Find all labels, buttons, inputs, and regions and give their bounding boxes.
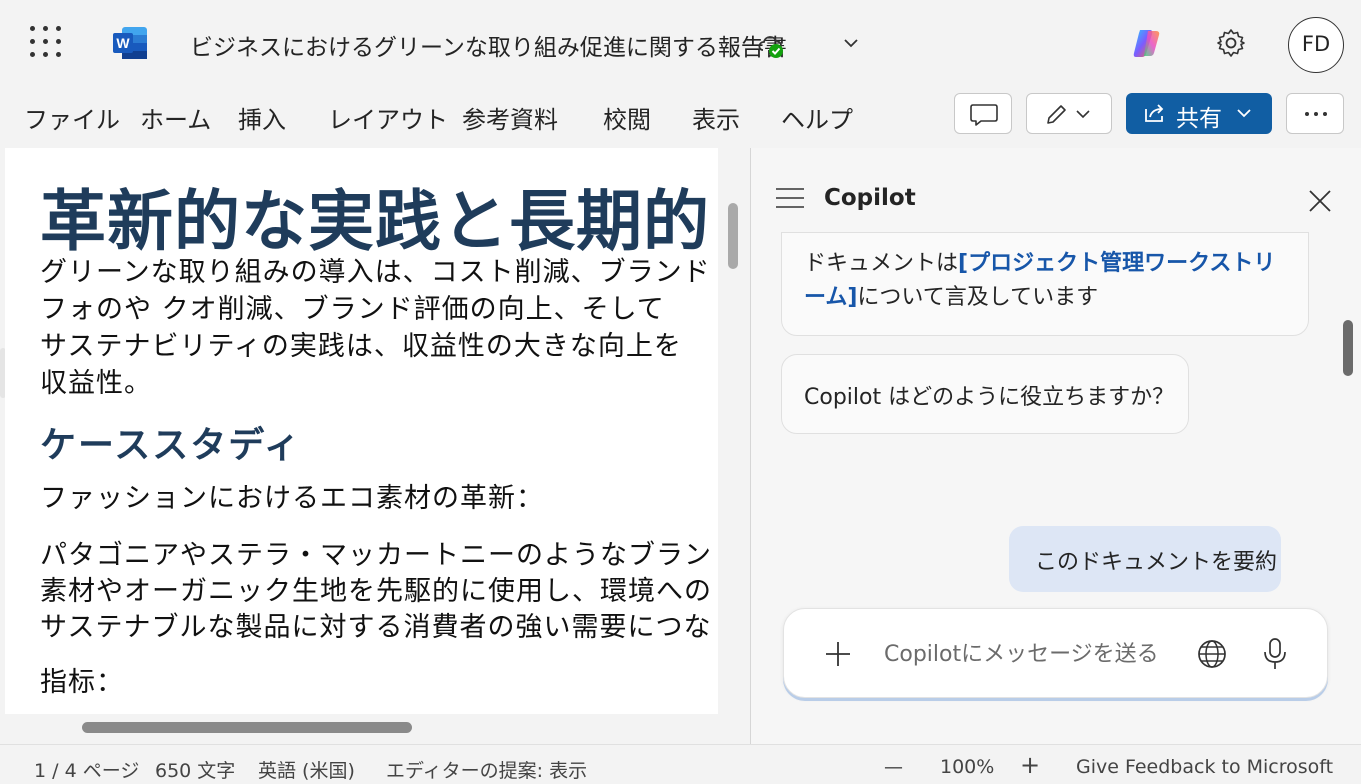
share-button[interactable]: 共有 — [1126, 93, 1272, 134]
tab-file[interactable]: ファイル — [24, 100, 120, 135]
tab-view[interactable]: 表示 — [692, 100, 740, 135]
document-vertical-scrollbar[interactable] — [728, 203, 738, 269]
message-text: Copilot はどのように役立ちますか？ — [804, 385, 1175, 410]
document-canvas[interactable]: 革新的な実践と長期的 グリーンな取り組みの導入は、コスト削減、ブランド フォのや… — [0, 148, 750, 744]
user-message: このドキュメントを要約 — [1009, 526, 1281, 592]
word-logo-icon[interactable]: W — [112, 26, 148, 60]
share-label: 共有 — [1176, 106, 1222, 132]
paragraph-line: 収益性。 — [40, 368, 152, 399]
title-bar: W ビジネスにおけるグリーンな取り組み促進に関する報告書 FD — [0, 0, 1361, 86]
chevron-down-icon[interactable] — [838, 30, 864, 56]
app-launcher-icon[interactable] — [30, 26, 62, 58]
more-options-button[interactable] — [1286, 93, 1344, 134]
gear-icon[interactable] — [1214, 26, 1248, 60]
message-composer — [783, 608, 1328, 698]
paragraph-line: グリーンな取り組みの導入は、コスト削減、ブランド — [40, 257, 711, 288]
copilot-title: Copilot — [824, 185, 916, 211]
zoom-level[interactable]: 100% — [940, 756, 994, 778]
tab-review[interactable]: 校閲 — [603, 100, 651, 135]
message-text: ドキュメントは — [804, 251, 959, 276]
paragraph-line: フォのや クオ削減、ブランド評価の向上、そして — [40, 294, 665, 325]
microphone-icon[interactable] — [1262, 637, 1288, 671]
copilot-message: ドキュメントは[プロジェクト管理ワークストリーム]について言及しています — [781, 232, 1309, 336]
plus-icon[interactable] — [824, 640, 852, 668]
user-avatar[interactable]: FD — [1288, 17, 1344, 73]
editor-suggestions[interactable]: エディターの提案: 表示 — [386, 756, 587, 783]
copilot-message: Copilot はどのように役立ちますか？ — [781, 354, 1189, 434]
document-horizontal-scrollbar[interactable] — [82, 722, 412, 733]
ribbon: ファイル ホーム 挿入 レイアウト 参考資料 校閲 表示 ヘルプ 共有 — [0, 86, 1361, 146]
metrics-label: 指标： — [40, 667, 124, 698]
status-bar: 1 / 4 ページ 650 文字 英語 (米国) エディターの提案: 表示 — … — [0, 744, 1361, 784]
copilot-scrollbar[interactable] — [1343, 320, 1353, 376]
hamburger-menu-icon[interactable] — [775, 186, 805, 210]
message-text: このドキュメントを要約 — [1035, 550, 1278, 575]
feedback-link[interactable]: Give Feedback to Microsoft — [1076, 756, 1333, 778]
tab-references[interactable]: 参考資料 — [462, 100, 558, 135]
heading-2: ケーススタディ — [40, 425, 302, 466]
tab-insert[interactable]: 挿入 — [238, 100, 286, 135]
page-count[interactable]: 1 / 4 ページ — [34, 756, 139, 783]
word-count[interactable]: 650 文字 — [155, 756, 235, 783]
tab-home[interactable]: ホーム — [140, 100, 211, 135]
subheading: ファッションにおけるエコ素材の革新： — [40, 483, 544, 514]
paragraph-line: パタゴニアやステラ・マッカートニーのようなブラン — [40, 540, 712, 571]
message-text: について言及しています — [857, 285, 1099, 310]
comment-icon — [970, 104, 998, 126]
language-status[interactable]: 英語 (米国) — [258, 756, 355, 783]
tab-layout[interactable]: レイアウト — [328, 100, 448, 135]
more-icon — [1305, 112, 1327, 116]
close-icon[interactable] — [1307, 188, 1333, 214]
message-input[interactable] — [884, 637, 1184, 671]
cloud-saved-icon[interactable] — [755, 28, 787, 60]
zoom-out-button[interactable]: — — [884, 756, 903, 778]
globe-icon[interactable] — [1196, 638, 1228, 670]
document-page[interactable]: 革新的な実践と長期的 グリーンな取り組みの導入は、コスト削減、ブランド フォのや… — [5, 148, 718, 714]
copilot-pane: Copilot ドキュメントは[プロジェクト管理ワークストリーム]について言及し… — [751, 148, 1361, 744]
comments-button[interactable] — [954, 93, 1012, 134]
paragraph-line: サステナブルな製品に対する消費者の強い需要につな — [40, 612, 712, 643]
zoom-in-button[interactable]: + — [1020, 751, 1040, 779]
tab-help[interactable]: ヘルプ — [781, 100, 853, 135]
paragraph-line: 素材やオーガニック生地を先駆的に使用し、環境への — [40, 576, 712, 607]
document-title[interactable]: ビジネスにおけるグリーンな取り組み促進に関する報告書 — [190, 28, 787, 62]
svg-text:W: W — [116, 35, 130, 51]
pencil-icon — [1047, 105, 1090, 124]
editing-mode-button[interactable] — [1026, 93, 1112, 134]
paragraph-line: サステナビリティの実践は、収益性の大きな向上を — [40, 331, 682, 362]
copilot-logo-icon[interactable] — [1130, 26, 1164, 60]
